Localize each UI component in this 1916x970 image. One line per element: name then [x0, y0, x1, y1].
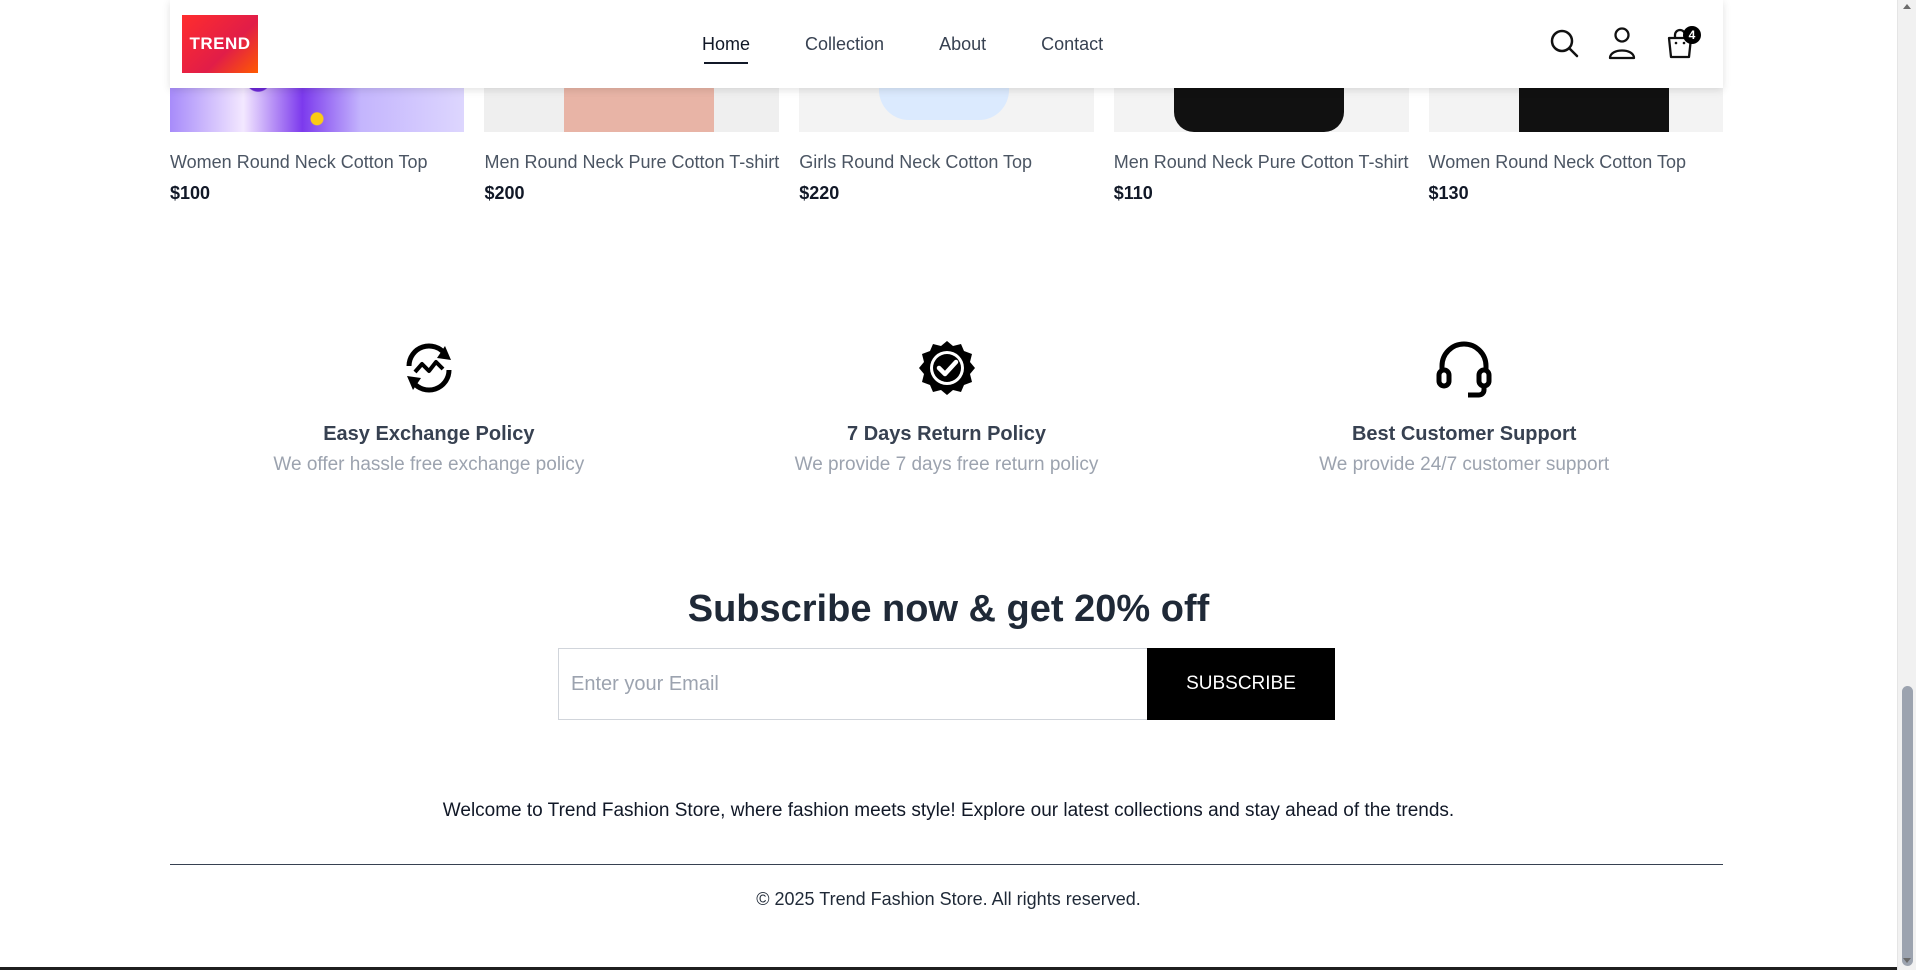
- product-price: $100: [170, 183, 211, 203]
- product-price: $110: [1113, 183, 1153, 203]
- email-input[interactable]: [558, 648, 1147, 720]
- logo[interactable]: TREND: [182, 15, 258, 73]
- policy-item: Best Customer Support We provide 24/7 cu…: [1205, 338, 1723, 476]
- product-price: $220: [799, 183, 840, 203]
- policy-description: We offer hassle free exchange policy: [273, 454, 585, 475]
- product-name[interactable]: Girls Round Neck Cotton Top: [799, 152, 1093, 173]
- product-price: $200: [484, 183, 525, 203]
- subscribe-button[interactable]: SUBSCRIBE: [1147, 648, 1335, 720]
- copyright-text: © 2025 Trend Fashion Store. All rights r…: [756, 889, 1141, 909]
- product-name[interactable]: Men Round Neck Pure Cotton T-shirt: [484, 152, 779, 173]
- policy-title: Best Customer Support: [1351, 423, 1577, 445]
- product-name[interactable]: Women Round Neck Cotton Top: [1429, 152, 1723, 173]
- product-price: $130: [1428, 183, 1469, 203]
- policy-title: 7 Days Return Policy: [847, 423, 1046, 445]
- user-icon[interactable]: [1607, 26, 1637, 60]
- policy-item: 7 Days Return Policy We provide 7 days f…: [688, 338, 1206, 476]
- header-actions: 4: [1549, 26, 1701, 60]
- policy-section: Easy Exchange Policy We offer hassle fre…: [170, 338, 1723, 476]
- exchange-icon: [399, 338, 459, 398]
- product-name[interactable]: Women Round Neck Cotton Top: [170, 152, 464, 173]
- page-scrollbar[interactable]: [1897, 0, 1916, 970]
- nav-about[interactable]: About: [939, 34, 986, 55]
- nav-collection[interactable]: Collection: [805, 34, 884, 55]
- cart-count-badge: 4: [1683, 26, 1701, 44]
- footer-divider: [170, 864, 1723, 865]
- policy-title: Easy Exchange Policy: [323, 423, 535, 445]
- verified-badge-icon: [917, 338, 977, 398]
- scroll-down-arrow-icon[interactable]: [1903, 958, 1911, 963]
- cart-icon[interactable]: 4: [1665, 26, 1701, 60]
- policy-description: We provide 24/7 customer support: [1319, 454, 1610, 475]
- policy-item: Easy Exchange Policy We offer hassle fre…: [170, 338, 688, 476]
- scrollbar-thumb[interactable]: [1902, 686, 1913, 966]
- logo-text: TREND: [189, 34, 251, 53]
- policy-description: We provide 7 days free return policy: [794, 454, 1099, 475]
- scroll-up-arrow-icon[interactable]: [1903, 4, 1911, 9]
- footer-about-text: Welcome to Trend Fashion Store, where fa…: [442, 800, 1455, 821]
- product-name[interactable]: Men Round Neck Pure Cotton T-shirt: [1114, 152, 1409, 173]
- main-nav: Home Collection About Contact: [702, 0, 1103, 88]
- subscribe-form: SUBSCRIBE: [558, 648, 1335, 720]
- site-header: TREND Home Collection About Contact 4: [170, 0, 1723, 88]
- nav-home[interactable]: Home: [702, 34, 750, 64]
- nav-contact[interactable]: Contact: [1041, 34, 1103, 55]
- search-icon[interactable]: [1549, 26, 1579, 60]
- subscribe-heading: Subscribe now & get 20% off: [687, 588, 1210, 630]
- headset-icon: [1434, 338, 1494, 398]
